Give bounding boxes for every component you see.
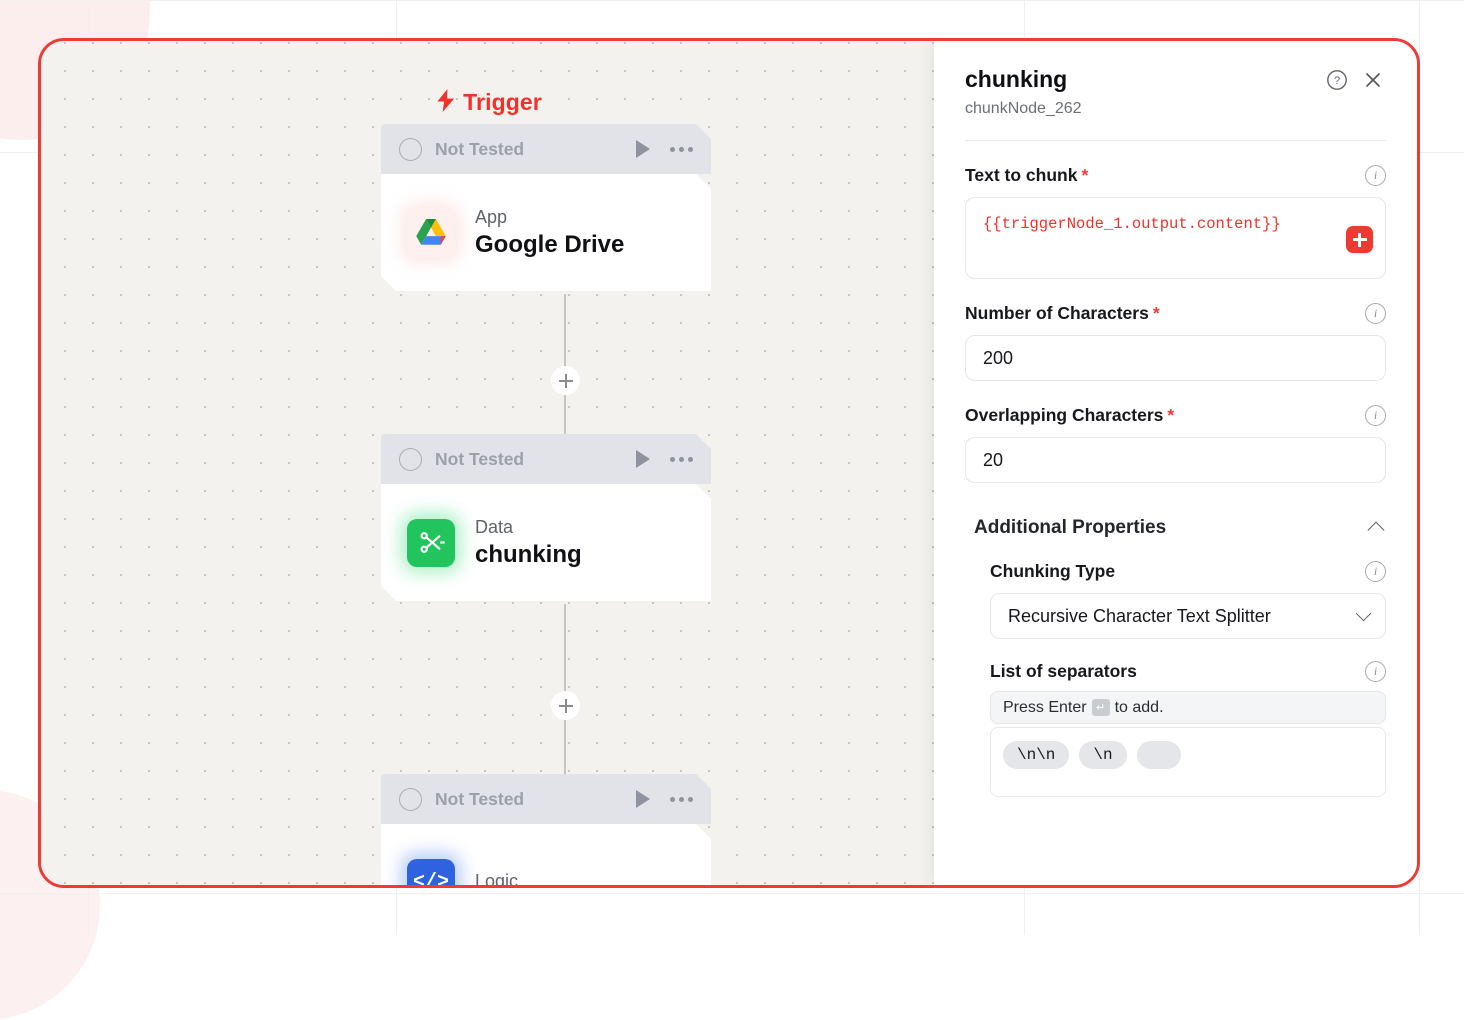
run-node-button[interactable] [636,140,650,158]
node-config-panel: chunking ? chunkNode_262 [934,41,1417,885]
info-icon[interactable]: i [1365,303,1386,324]
required-asterisk: * [1167,405,1174,425]
trigger-label: Trigger [463,89,542,115]
close-icon[interactable] [1360,67,1386,93]
info-icon[interactable]: i [1365,561,1386,582]
node-header[interactable]: Not Tested [381,774,711,824]
background-gridline [0,0,1464,1]
section-title: Additional Properties [974,517,1370,539]
workflow-canvas[interactable]: Trigger Not Tested [41,41,937,885]
panel-header: chunking ? chunkNode_262 [934,41,1417,118]
node-title: Google Drive [475,231,624,259]
node-body[interactable]: </> Logic [381,824,711,885]
separators-chip-list: \n\n \n [990,727,1386,797]
add-expression-button[interactable] [1346,226,1373,253]
separators-placeholder-suffix: to add. [1115,699,1164,717]
field-text-to-chunk: Text to chunk* i {{triggerNode_1.output.… [965,165,1386,279]
required-asterisk: * [1081,165,1088,185]
run-node-button[interactable] [636,790,650,808]
overlapping-characters-input[interactable]: 20 [965,437,1386,483]
lightning-bolt-icon [436,89,456,118]
svg-text:?: ? [1334,75,1340,87]
node-body[interactable]: App Google Drive [381,174,711,291]
node-more-menu-icon[interactable] [666,793,697,806]
add-node-button[interactable] [551,691,580,720]
workflow-node[interactable]: Not Tested App Google Drive [381,124,711,291]
node-more-menu-icon[interactable] [666,143,697,156]
separator-chip[interactable]: \n [1079,741,1126,769]
google-drive-icon [407,209,455,257]
workflow-node[interactable]: Not Tested </> Logic [381,774,711,885]
trigger-label-group: Trigger [41,89,937,118]
field-label-text: Text to chunk [965,165,1077,185]
scissors-icon [407,519,455,567]
node-title: chunking [475,541,582,569]
chunking-type-value: Recursive Character Text Splitter [1008,606,1358,627]
field-label-text: Number of Characters [965,303,1149,323]
chunking-type-select[interactable]: Recursive Character Text Splitter [990,593,1386,639]
field-label: Chunking Type [990,561,1365,582]
field-label: List of separators [990,661,1365,682]
status-circle-icon [399,138,422,161]
number-of-characters-input[interactable]: 200 [965,335,1386,381]
run-node-button[interactable] [636,450,650,468]
node-kind-label: Data [475,517,582,538]
panel-body: Text to chunk* i {{triggerNode_1.output.… [934,141,1417,797]
info-icon[interactable]: i [1365,165,1386,186]
separators-placeholder-prefix: Press Enter [1003,699,1087,717]
field-label: Overlapping Characters* [965,405,1365,426]
add-node-button[interactable] [551,366,580,395]
field-list-of-separators: List of separators i Press Enter ↵ to ad… [965,661,1386,797]
status-circle-icon [399,788,422,811]
additional-properties-section-toggle[interactable]: Additional Properties [965,517,1386,539]
panel-node-id: chunkNode_262 [965,100,1386,118]
field-number-of-characters: Number of Characters* i 200 [965,303,1386,381]
node-header[interactable]: Not Tested [381,434,711,484]
field-label-text: Overlapping Characters [965,405,1163,425]
text-to-chunk-input[interactable]: {{triggerNode_1.output.content}} [965,197,1386,279]
field-label: Number of Characters* [965,303,1365,324]
app-window: Trigger Not Tested [38,38,1420,888]
question-mark-circle-icon[interactable]: ? [1324,67,1350,93]
node-kind-label: App [475,207,624,228]
node-status-label: Not Tested [435,449,636,470]
workflow-node[interactable]: Not Tested Data chunking [381,434,711,601]
separators-input[interactable]: Press Enter ↵ to add. [990,691,1386,724]
node-more-menu-icon[interactable] [666,453,697,466]
expression-value: {{triggerNode_1.output.content}} [983,214,1371,234]
node-status-label: Not Tested [435,139,636,160]
chevron-down-icon [1356,606,1372,622]
info-icon[interactable]: i [1365,661,1386,682]
field-chunking-type: Chunking Type i Recursive Character Text… [965,561,1386,639]
connector-line [564,604,566,692]
panel-title: chunking [965,67,1314,92]
background-gridline [0,893,1464,894]
field-label: Text to chunk* [965,165,1365,186]
node-kind-label: Logic [475,871,518,886]
chevron-up-icon [1368,522,1385,539]
enter-key-icon: ↵ [1092,699,1110,716]
separator-chip[interactable]: \n\n [1003,741,1069,769]
node-status-label: Not Tested [435,789,636,810]
code-brackets-icon: </> [407,859,455,886]
separator-chip[interactable] [1137,741,1181,769]
info-icon[interactable]: i [1365,405,1386,426]
required-asterisk: * [1153,303,1160,323]
node-body[interactable]: Data chunking [381,484,711,601]
field-overlapping-characters: Overlapping Characters* i 20 [965,405,1386,483]
status-circle-icon [399,448,422,471]
node-header[interactable]: Not Tested [381,124,711,174]
